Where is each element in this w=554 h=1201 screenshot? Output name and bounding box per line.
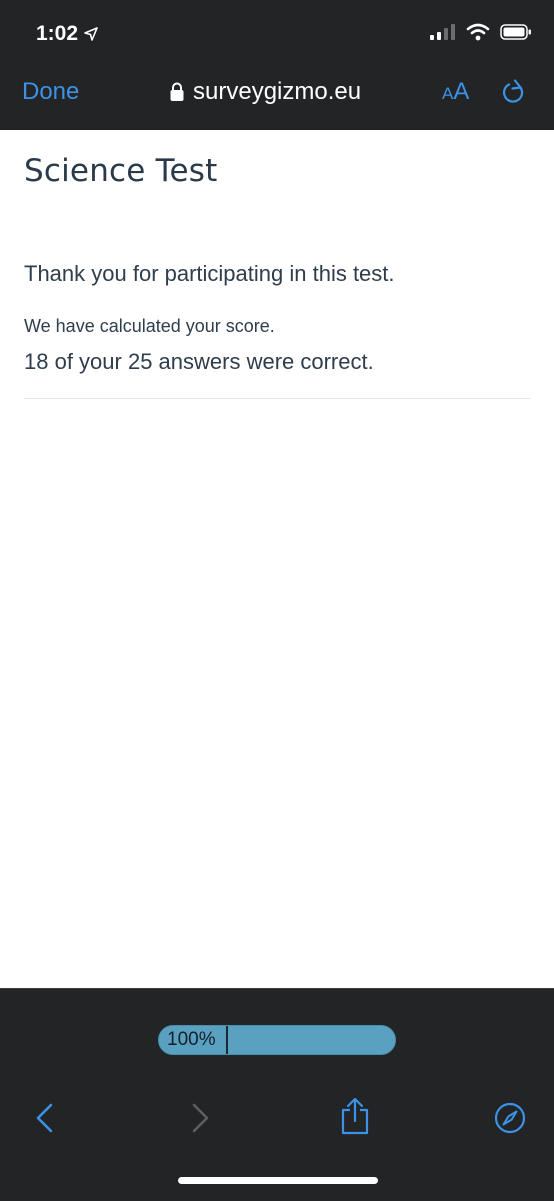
text-size-large-a: A — [453, 78, 470, 105]
calculated-text: We have calculated your score. — [24, 316, 275, 336]
status-icons — [430, 23, 532, 41]
wifi-icon — [466, 23, 490, 41]
browser-header: 1:02 Done surveygizmo.eu AA — [0, 0, 554, 130]
thank-you-text: Thank you for participating in this test… — [24, 261, 395, 286]
lock-icon — [170, 82, 184, 101]
signal-icon — [430, 24, 455, 40]
text-size-button[interactable]: AA — [442, 80, 469, 104]
compass-icon[interactable] — [494, 1102, 526, 1134]
progress-bar: 100% — [158, 1025, 396, 1055]
share-icon[interactable] — [340, 1097, 370, 1135]
score-text: 18 of your 25 answers were correct. — [24, 349, 374, 374]
browser-toolbar — [0, 988, 554, 1201]
divider — [24, 398, 530, 399]
home-indicator[interactable] — [178, 1177, 378, 1184]
url-text: surveygizmo.eu — [193, 78, 362, 105]
battery-icon — [500, 24, 531, 40]
text-size-small-a: A — [442, 84, 454, 103]
forward-icon[interactable] — [189, 1102, 211, 1134]
back-icon[interactable] — [34, 1102, 56, 1134]
address-bar[interactable]: surveygizmo.eu — [170, 78, 361, 106]
progress-label: 100% — [167, 1029, 216, 1050]
location-arrow-icon — [84, 27, 98, 41]
done-button[interactable]: Done — [22, 78, 79, 106]
page-title: Science Test — [24, 153, 218, 189]
status-time: 1:02 — [36, 22, 98, 46]
reload-icon[interactable] — [500, 79, 528, 107]
status-time-text: 1:02 — [36, 22, 79, 45]
